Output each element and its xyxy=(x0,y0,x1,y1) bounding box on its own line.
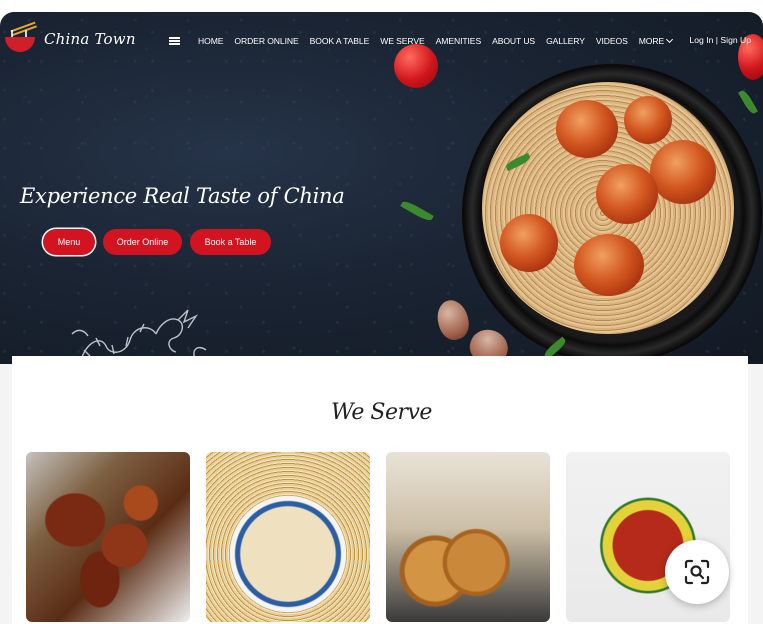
menu-icon[interactable] xyxy=(169,37,180,45)
book-a-table-button[interactable]: Book a Table xyxy=(190,229,271,255)
signup-link[interactable]: Sign Up xyxy=(720,35,751,45)
dragon-illustration xyxy=(71,309,207,364)
main-menu: HOME ORDER ONLINE BOOK A TABLE WE SERVE … xyxy=(198,35,683,46)
dish-image xyxy=(386,452,550,622)
nav-about-us[interactable]: ABOUT US xyxy=(492,36,535,46)
auth-links: Log In | Sign Up xyxy=(690,35,752,45)
dish-card-fried-rice[interactable] xyxy=(206,452,370,622)
meatball-image xyxy=(500,214,558,272)
hero-banner: China Town HOME ORDER ONLINE BOOK A TABL… xyxy=(0,12,763,364)
meatball-image xyxy=(574,234,644,296)
dish-card-mooncakes[interactable] xyxy=(386,452,550,622)
hero-headline: Experience Real Taste of China xyxy=(20,184,345,208)
menu-button[interactable]: Menu xyxy=(43,229,95,255)
top-navigation: China Town HOME ORDER ONLINE BOOK A TABL… xyxy=(0,12,763,68)
nav-order-online[interactable]: ORDER ONLINE xyxy=(234,36,298,46)
visual-search-icon xyxy=(684,559,710,585)
order-online-button[interactable]: Order Online xyxy=(103,229,182,255)
nav-book-a-table[interactable]: BOOK A TABLE xyxy=(310,36,370,46)
meatball-image xyxy=(556,100,618,158)
meatball-image xyxy=(624,96,672,144)
brand-name: China Town xyxy=(44,30,136,48)
dish-image xyxy=(206,452,370,622)
dish-card-chilli-chicken[interactable] xyxy=(26,452,190,622)
nav-we-serve[interactable]: WE SERVE xyxy=(380,36,425,46)
dish-image xyxy=(26,452,190,622)
nav-amenities[interactable]: AMENITIES xyxy=(436,36,482,46)
nav-home[interactable]: HOME xyxy=(198,36,223,46)
nav-more[interactable]: MORE xyxy=(638,35,674,46)
chevron-down-icon xyxy=(666,35,674,44)
meatball-image xyxy=(650,140,716,204)
meatball-image xyxy=(596,164,658,224)
login-link[interactable]: Log In xyxy=(690,35,714,45)
nav-more-label: MORE xyxy=(638,36,665,46)
nav-gallery[interactable]: GALLERY xyxy=(546,36,585,46)
brand-logo[interactable]: China Town xyxy=(4,21,136,54)
visual-search-button[interactable] xyxy=(665,540,729,604)
we-serve-heading: We Serve xyxy=(331,400,432,425)
nav-videos[interactable]: VIDEOS xyxy=(596,36,628,46)
noodle-bowl-icon xyxy=(4,21,36,54)
